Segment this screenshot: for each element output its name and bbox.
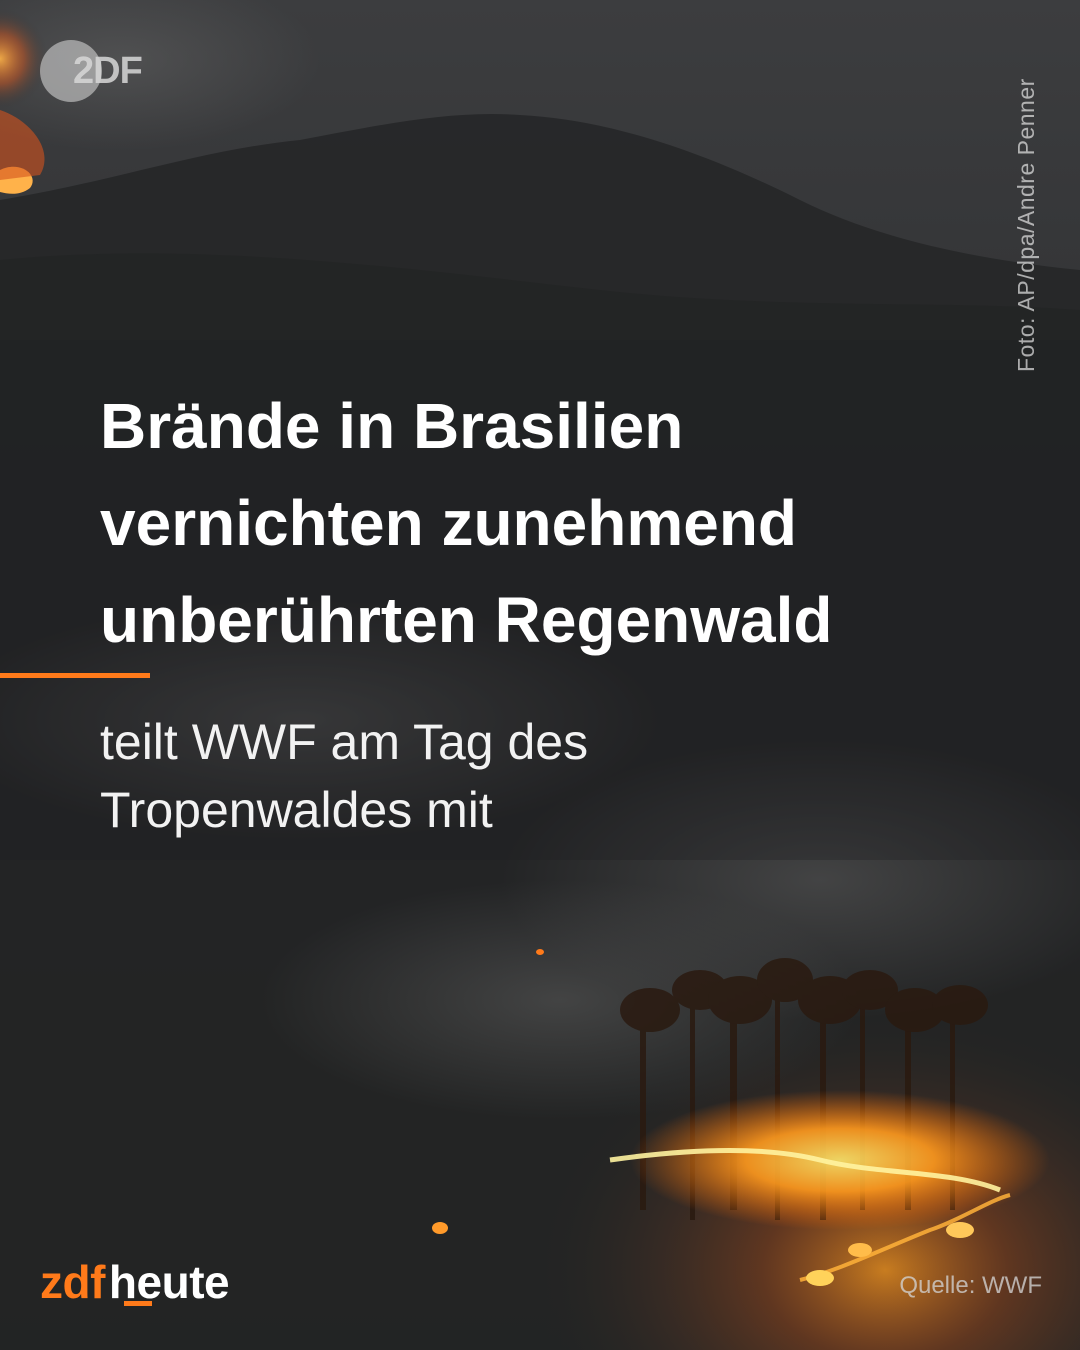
source-credit: Quelle: WWF xyxy=(899,1272,1042,1299)
photo-credit: Foto: AP/dpa/Andre Penner xyxy=(1013,78,1039,372)
brand-zdf: zdf xyxy=(40,1256,105,1308)
accent-divider xyxy=(0,673,150,678)
forest-fire-photo xyxy=(0,0,1080,1350)
subheadline: teilt WWF am Tag des Tropenwaldes mit xyxy=(100,708,1000,844)
headline-line: Brände in Brasilien xyxy=(100,390,684,462)
headline-line: unberührten Regenwald xyxy=(100,584,833,656)
headline: Brände in Brasilien vernichten zunehmend… xyxy=(100,378,1060,669)
zdfheute-brand-logo: zdfheute xyxy=(40,1255,230,1315)
subheadline-line: teilt WWF am Tag des xyxy=(100,714,589,770)
zdf-logo-text: 2DF xyxy=(73,50,143,92)
social-post-card: 2DF Foto: AP/dpa/Andre Penner Brände in … xyxy=(0,0,1080,1350)
brand-underline xyxy=(124,1301,152,1306)
subheadline-line: Tropenwaldes mit xyxy=(100,782,493,838)
headline-line: vernichten zunehmend xyxy=(100,487,797,559)
